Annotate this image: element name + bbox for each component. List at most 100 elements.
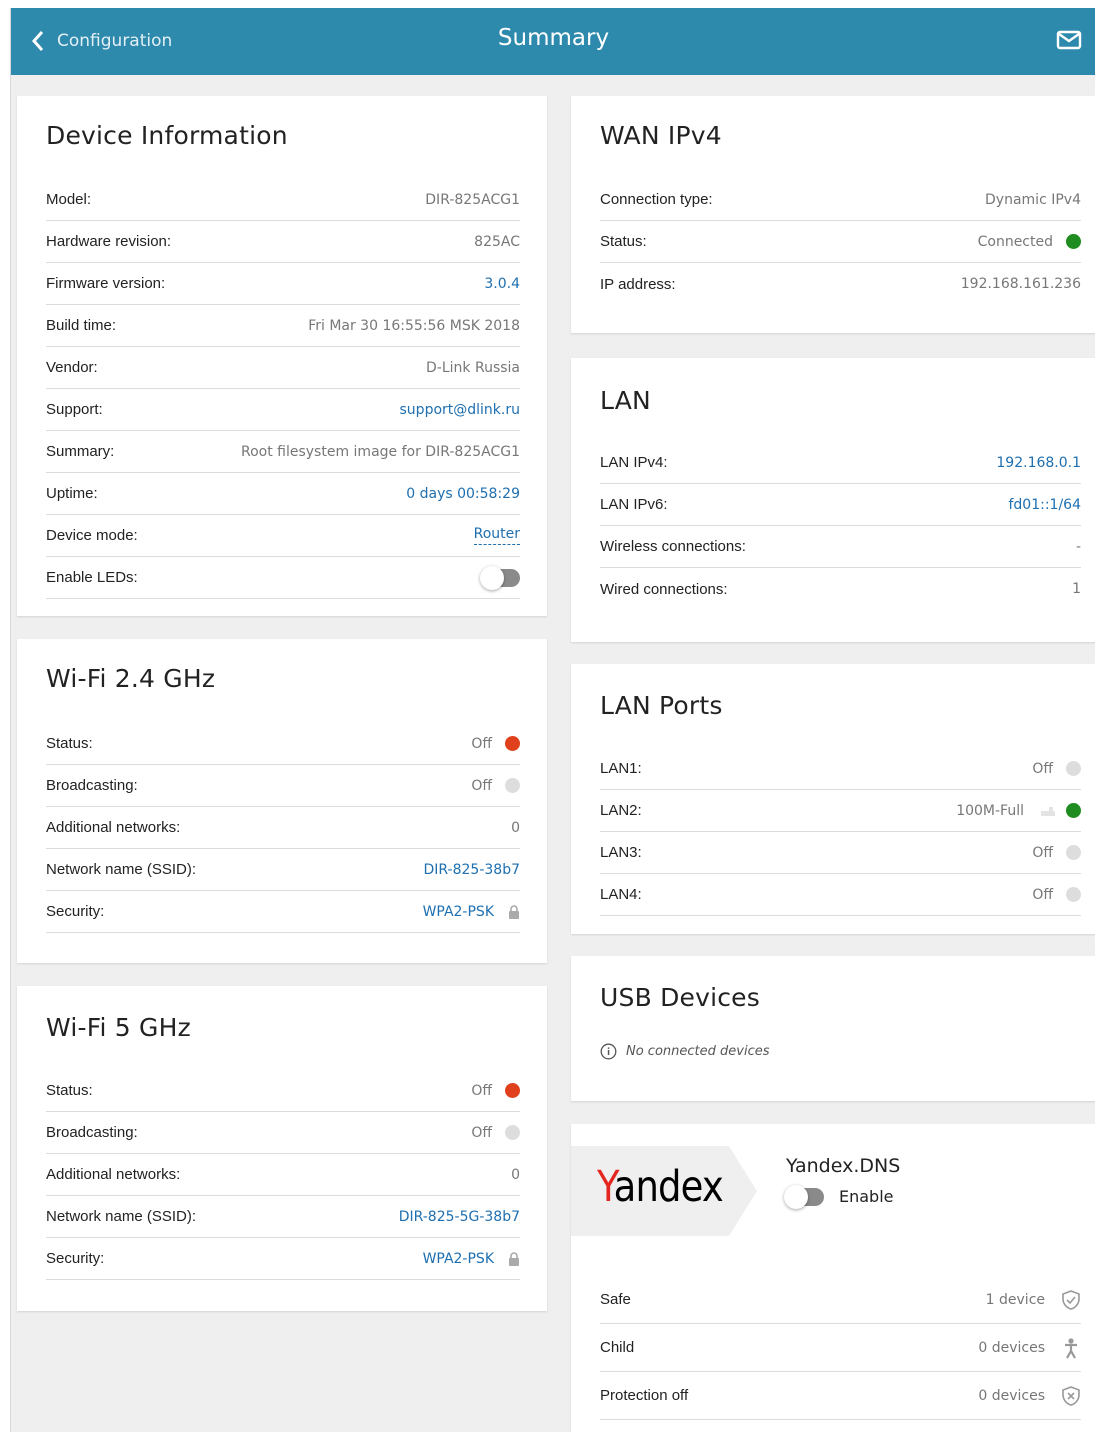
row-label: Security:	[46, 1250, 105, 1267]
yandex-dns-toggle[interactable]	[784, 1184, 824, 1209]
device-count-text: 1 device	[985, 1291, 1045, 1308]
row-label: Wireless connections:	[600, 538, 746, 555]
lan-ports-card: LAN Ports LAN1: Off LAN2: 100M-Full LAN3…	[571, 664, 1095, 934]
table-row: Uptime: 0 days 00:58:29	[46, 473, 520, 515]
card-title: LAN Ports	[600, 691, 723, 720]
lock-icon	[509, 1251, 519, 1266]
yandex-dns-title: Yandex.DNS	[786, 1155, 901, 1177]
hardware-revision-value: 825AC	[474, 233, 520, 250]
status-dot-inactive	[1066, 845, 1081, 860]
table-row: LAN1: Off	[600, 748, 1081, 790]
security-text: WPA2-PSK	[422, 1250, 494, 1267]
row-label: Summary:	[46, 443, 115, 460]
device-count: 1 device	[986, 1289, 1081, 1311]
row-label: Support:	[46, 401, 103, 418]
toggle-knob	[784, 1184, 808, 1209]
top-bar: Configuration Summary	[11, 8, 1095, 75]
additional-networks-value: 0	[511, 819, 520, 836]
row-label: Protection off	[600, 1387, 689, 1404]
connection-type-value: Dynamic IPv4	[985, 191, 1081, 208]
row-label: Status:	[46, 1082, 93, 1099]
broadcasting-value: Off	[471, 1125, 520, 1141]
table-row: LAN3: Off	[600, 832, 1081, 874]
table-row: Network name (SSID): DIR-825-38b7	[46, 849, 520, 891]
status-value: Off	[471, 1083, 520, 1099]
row-label: Additional networks:	[46, 1166, 181, 1183]
table-row: Vendor: D-Link Russia	[46, 347, 520, 389]
row-label: Model:	[46, 191, 92, 208]
row-label: Status:	[46, 735, 93, 752]
row-label: Vendor:	[46, 359, 98, 376]
broadcasting-text: Off	[471, 777, 492, 794]
port-status-value: Off	[1032, 761, 1081, 777]
card-title: Device Information	[46, 121, 288, 150]
port-status-value: Off	[1032, 887, 1081, 903]
broadcasting-value: Off	[471, 778, 520, 794]
table-row: Device mode: Router	[46, 515, 520, 557]
lock-icon	[509, 904, 519, 919]
lan-ipv4-link[interactable]: 192.168.0.1	[996, 455, 1081, 471]
table-row: Child 0 devices	[600, 1324, 1081, 1372]
usb-devices-card: USB Devices No connected devices	[571, 956, 1095, 1101]
row-label: Wired connections:	[600, 580, 728, 598]
table-row: Safe 1 device	[600, 1276, 1081, 1324]
model-value: DIR-825ACG1	[425, 191, 520, 208]
yandex-dns-enable: Enable	[784, 1184, 894, 1209]
yandex-logo-y: Y	[597, 1162, 615, 1212]
broadcasting-text: Off	[471, 1124, 492, 1141]
status-text: Off	[471, 735, 492, 752]
firmware-version-link[interactable]: 3.0.4	[484, 276, 520, 292]
ip-address-value: 192.168.161.236	[960, 276, 1081, 292]
security-link[interactable]: WPA2-PSK	[423, 904, 520, 920]
status-dot-on	[1066, 803, 1081, 818]
additional-networks-value: 0	[511, 1166, 520, 1183]
table-row: LAN2: 100M-Full	[600, 790, 1081, 832]
device-mode-link[interactable]: Router	[473, 526, 520, 545]
table-row: Model: DIR-825ACG1	[46, 179, 520, 221]
row-label: LAN1:	[600, 760, 642, 777]
row-label: LAN2:	[600, 802, 642, 819]
table-row: Hardware revision: 825AC	[46, 221, 520, 263]
status-dot-inactive	[505, 1125, 520, 1140]
row-label: Build time:	[46, 317, 117, 334]
table-row: Status: Off	[46, 1070, 520, 1112]
mail-icon[interactable]	[1056, 29, 1082, 51]
device-mode-text: Router	[473, 526, 520, 545]
table-row: Additional networks: 0	[46, 1154, 520, 1196]
yandex-dns-card: Yandex Yandex.DNS Enable Safe 1 device C…	[571, 1124, 1095, 1432]
support-email-link[interactable]: support@dlink.ru	[400, 402, 520, 418]
table-row: Firmware version: 3.0.4	[46, 263, 520, 305]
toggle-knob	[480, 565, 504, 590]
card-title: USB Devices	[600, 983, 760, 1012]
card-title: Wi-Fi 5 GHz	[46, 1013, 191, 1042]
status-dot-off	[505, 736, 520, 751]
port-status-text: Off	[1032, 760, 1053, 777]
row-label: Broadcasting:	[46, 777, 138, 794]
table-row: Enable LEDs:	[46, 557, 520, 599]
shield-check-icon	[1062, 1289, 1080, 1310]
yandex-logo-rest: andex	[613, 1162, 724, 1212]
table-row: Broadcasting: Off	[46, 765, 520, 807]
row-label: Broadcasting:	[46, 1124, 138, 1141]
table-row: Additional networks: 0	[46, 807, 520, 849]
ssid-link[interactable]: DIR-825-38b7	[423, 862, 520, 878]
usb-empty-message: No connected devices	[600, 1043, 770, 1060]
status-text: Off	[471, 1082, 492, 1099]
port-status-text: 100M-Full	[956, 802, 1024, 819]
port-status-text: Off	[1032, 844, 1053, 861]
enable-leds-toggle[interactable]	[480, 565, 520, 590]
table-row: Build time: Fri Mar 30 16:55:56 MSK 2018	[46, 305, 520, 347]
vendor-value: D-Link Russia	[426, 359, 520, 376]
wired-connections-value: 1	[1072, 581, 1081, 597]
security-text: WPA2-PSK	[422, 903, 494, 920]
ssid-link[interactable]: DIR-825-5G-38b7	[399, 1209, 520, 1225]
row-label: LAN4:	[600, 886, 642, 903]
shield-x-icon	[1062, 1385, 1080, 1406]
table-row: LAN IPv4: 192.168.0.1	[600, 442, 1081, 484]
table-row: Status: Off	[46, 723, 520, 765]
security-link[interactable]: WPA2-PSK	[423, 1251, 520, 1267]
lan-ipv6-link[interactable]: fd01::1/64	[1008, 497, 1081, 513]
table-row: Support: support@dlink.ru	[46, 389, 520, 431]
port-status-value: 100M-Full	[956, 803, 1081, 819]
yandex-logo-text: Yandex	[597, 1162, 724, 1212]
